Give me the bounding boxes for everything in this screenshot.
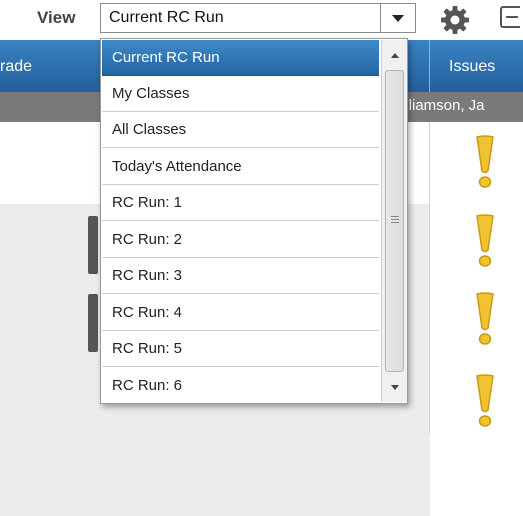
chevron-down-icon	[390, 384, 399, 390]
dropdown-option-rc-run-3[interactable]: RC Run: 3	[102, 258, 379, 294]
grip-line	[391, 219, 399, 220]
dropdown-option-rc-run-6[interactable]: RC Run: 6	[102, 368, 379, 404]
column-divider	[429, 122, 430, 434]
dropdown-option-my-classes[interactable]: My Classes	[102, 76, 379, 112]
chevron-up-icon	[390, 52, 399, 58]
warning-exclamation-icon[interactable]	[474, 374, 496, 428]
row-marker	[88, 294, 98, 352]
view-dropdown-list: Current RC Run My Classes All Classes To…	[100, 38, 408, 404]
toolbar: View Current RC Run	[0, 0, 523, 40]
grip-line	[391, 216, 399, 217]
dropdown-option-todays-attendance[interactable]: Today's Attendance	[102, 149, 379, 185]
dropdown-option-all-classes[interactable]: All Classes	[102, 112, 379, 148]
gear-icon[interactable]	[440, 5, 470, 35]
column-header-grade[interactable]: rade	[0, 58, 32, 76]
warning-exclamation-icon[interactable]	[474, 135, 496, 189]
teacher-name: illiamson, Ja	[402, 97, 485, 114]
scroll-up-button[interactable]	[382, 40, 407, 70]
warning-exclamation-icon[interactable]	[474, 292, 496, 346]
header-divider	[429, 40, 430, 92]
collapse-icon[interactable]	[500, 6, 520, 28]
dropdown-option-rc-run-1[interactable]: RC Run: 1	[102, 185, 379, 221]
view-select-value: Current RC Run	[109, 9, 224, 26]
dropdown-option-rc-run-5[interactable]: RC Run: 5	[102, 331, 379, 367]
view-select[interactable]: Current RC Run	[100, 3, 416, 33]
dropdown-option-rc-run-2[interactable]: RC Run: 2	[102, 222, 379, 258]
dropdown-option-current-rc-run[interactable]: Current RC Run	[102, 40, 379, 76]
view-select-toggle[interactable]	[380, 4, 415, 32]
row-marker	[88, 216, 98, 274]
dropdown-option-rc-run-4[interactable]: RC Run: 4	[102, 295, 379, 331]
grip-line	[391, 222, 399, 223]
dropdown-scrollbar[interactable]	[381, 40, 407, 402]
scrollbar-thumb[interactable]	[385, 70, 404, 372]
scroll-down-button[interactable]	[382, 372, 407, 402]
chevron-down-icon	[392, 14, 404, 22]
view-label: View	[37, 8, 76, 27]
column-header-issues[interactable]: Issues	[449, 58, 495, 76]
warning-exclamation-icon[interactable]	[474, 214, 496, 268]
